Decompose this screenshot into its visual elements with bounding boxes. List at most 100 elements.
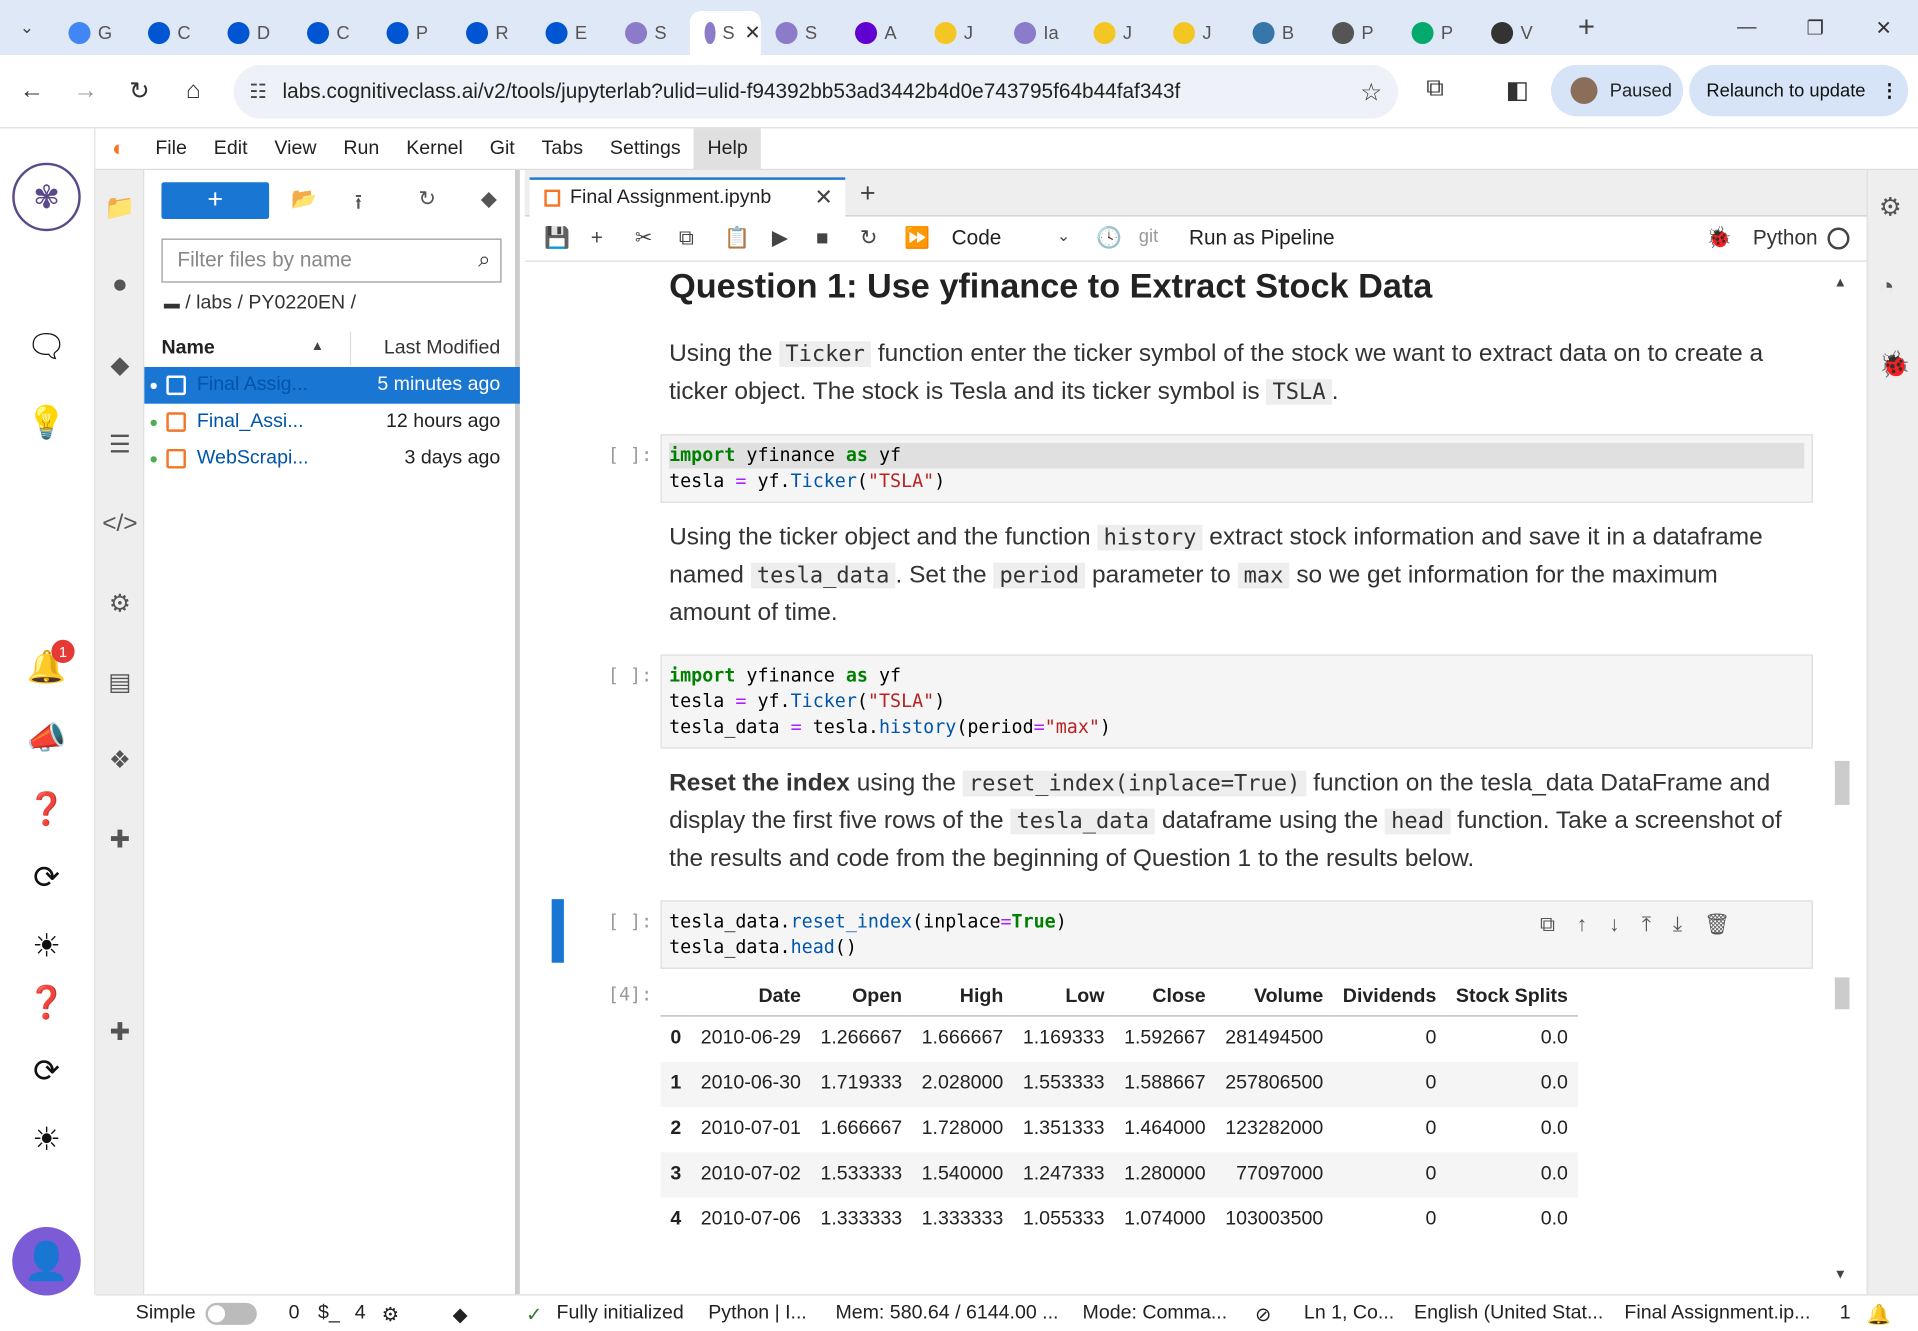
sync-icon[interactable]: ⟳ bbox=[22, 853, 71, 902]
debugger-bug-icon[interactable]: 🐞 bbox=[1706, 226, 1732, 250]
duplicate-cell-icon[interactable]: ⧉ bbox=[1540, 913, 1555, 937]
menu-file[interactable]: File bbox=[142, 128, 200, 170]
browser-tab[interactable]: V bbox=[1476, 11, 1556, 55]
close-tab-icon[interactable]: ✕ bbox=[744, 21, 760, 45]
profile-button[interactable]: Paused bbox=[1551, 64, 1684, 117]
run-icon[interactable]: ▶ bbox=[772, 226, 788, 250]
kernel-status[interactable]: Python | I... bbox=[708, 1303, 807, 1325]
notification-count[interactable]: 1 bbox=[1840, 1303, 1851, 1325]
scroll-thumb-2[interactable] bbox=[1834, 977, 1850, 1010]
kernel-count[interactable]: 4 bbox=[355, 1303, 366, 1325]
run-as-pipeline-button[interactable]: Run as Pipeline bbox=[1189, 226, 1335, 250]
insert-above-icon[interactable]: ⤒ bbox=[1642, 913, 1651, 937]
chat-icon[interactable]: 🗨 bbox=[22, 322, 71, 371]
minimize-icon[interactable]: — bbox=[1712, 0, 1780, 55]
stop-icon[interactable]: ■ bbox=[816, 226, 829, 250]
language-indicator[interactable]: English (United Stat... bbox=[1414, 1303, 1603, 1325]
build-catalog-icon[interactable]: ▤ bbox=[103, 664, 137, 698]
browser-tab[interactable]: C bbox=[292, 11, 372, 55]
add-tab-button[interactable]: + bbox=[860, 177, 876, 209]
browser-tab[interactable]: R bbox=[451, 11, 531, 55]
kernel-name[interactable]: Python bbox=[1753, 226, 1818, 250]
browser-tab[interactable]: G bbox=[54, 11, 134, 55]
git-icon[interactable]: ◆ bbox=[103, 347, 137, 381]
trust-icon[interactable]: ⊘ bbox=[1255, 1303, 1271, 1327]
theme-sun-icon[interactable]: ☀ bbox=[22, 921, 71, 970]
new-folder-icon[interactable]: 📂 bbox=[291, 187, 317, 211]
simple-mode-toggle[interactable] bbox=[205, 1302, 257, 1325]
scroll-thumb[interactable] bbox=[1834, 760, 1850, 805]
reload-icon[interactable]: ↻ bbox=[113, 64, 167, 118]
browser-tab[interactable]: P bbox=[372, 11, 452, 55]
file-row[interactable]: ● WebScrapi... 3 days ago bbox=[144, 440, 520, 477]
browser-tab[interactable]: J bbox=[1158, 11, 1238, 55]
running-icon[interactable]: ⏺ bbox=[103, 268, 137, 302]
file-row[interactable]: ● Final Assig... 5 minutes ago bbox=[144, 366, 520, 404]
bell-icon-status[interactable]: 🔔 bbox=[1867, 1303, 1891, 1327]
menu-help[interactable]: Help bbox=[694, 127, 762, 170]
notebook-tab[interactable]: Final Assignment.ipynb ✕ bbox=[529, 177, 846, 217]
user-avatar-icon[interactable]: 👤 bbox=[12, 1226, 81, 1296]
resource-gauge-icon[interactable]: ◔ bbox=[1879, 273, 1895, 302]
property-inspector-gears-icon[interactable]: ⚙ bbox=[1879, 192, 1902, 223]
url-text[interactable]: labs.cognitiveclass.ai/v2/tools/jupyterl… bbox=[283, 80, 1345, 104]
breadcrumb-path[interactable]: / labs / PY0220EN / bbox=[185, 292, 356, 313]
modified-column-header[interactable]: Last Modified bbox=[384, 338, 500, 360]
more-vert-icon[interactable]: ⋮ bbox=[1880, 80, 1898, 102]
restore-icon[interactable]: ❐ bbox=[1781, 0, 1849, 55]
restart-icon[interactable]: ↻ bbox=[860, 226, 877, 250]
filter-files-input[interactable]: Filter files by name ⌕ bbox=[161, 238, 502, 283]
file-row[interactable]: ● Final_Assi... 12 hours ago bbox=[144, 404, 520, 441]
git-diff-label[interactable]: git bbox=[1139, 226, 1158, 247]
markdown-cell-1[interactable]: Using the Ticker function enter the tick… bbox=[669, 335, 1794, 411]
notebook-scrollbar[interactable]: ▲ ▼ bbox=[1831, 275, 1851, 1282]
markdown-cell-2[interactable]: Using the ticker object and the function… bbox=[669, 519, 1794, 632]
paste-icon[interactable]: 📋 bbox=[724, 226, 750, 250]
upload-icon[interactable]: ⭱ bbox=[355, 187, 362, 222]
menu-tabs[interactable]: Tabs bbox=[528, 128, 596, 170]
lightbulb-icon[interactable]: 💡 bbox=[22, 398, 71, 447]
help-icon[interactable]: ❓ bbox=[22, 784, 71, 833]
folder-icon[interactable]: 📁 bbox=[103, 190, 137, 224]
skills-network-logo-icon[interactable]: ✾ bbox=[12, 162, 81, 232]
markdown-cell-3[interactable]: Reset the index using the reset_index(in… bbox=[669, 765, 1794, 878]
browser-tab[interactable]: J bbox=[1079, 11, 1159, 55]
browser-tab[interactable]: E bbox=[531, 11, 611, 55]
browser-tab[interactable]: P bbox=[1397, 11, 1477, 55]
browser-tab[interactable]: B bbox=[1238, 11, 1318, 55]
extension-puzzle-icon[interactable]: ✚ bbox=[103, 1014, 137, 1048]
browser-tab[interactable]: A bbox=[840, 11, 920, 55]
move-down-icon[interactable]: ↓ bbox=[1609, 913, 1619, 937]
save-icon[interactable]: 💾 bbox=[544, 226, 570, 250]
megaphone-icon[interactable]: 📣 bbox=[22, 713, 71, 762]
new-launcher-button[interactable]: + bbox=[161, 182, 270, 219]
delete-cell-icon[interactable]: 🗑 bbox=[1704, 913, 1730, 937]
help-icon-2[interactable]: ❓ bbox=[22, 977, 71, 1026]
tab-search-chevron-icon[interactable]: ⌄ bbox=[0, 0, 54, 55]
scroll-down-icon[interactable]: ▼ bbox=[1834, 1267, 1847, 1282]
relaunch-button[interactable]: Relaunch to update ⋮ bbox=[1689, 64, 1909, 117]
markdown-heading-cell[interactable]: Question 1: Use yfinance to Extract Stoc… bbox=[669, 264, 1794, 308]
clock-icon[interactable]: 🕓 bbox=[1096, 226, 1122, 250]
browser-tab[interactable]: D bbox=[213, 11, 293, 55]
menu-edit[interactable]: Edit bbox=[200, 128, 261, 170]
site-info-icon[interactable]: ☷ bbox=[234, 80, 283, 104]
browser-tab[interactable]: J bbox=[920, 11, 1000, 55]
insert-below-icon[interactable]: ⤓ bbox=[1673, 913, 1682, 937]
menu-run[interactable]: Run bbox=[330, 128, 393, 170]
close-tab-icon[interactable]: ✕ bbox=[815, 185, 833, 211]
menu-settings[interactable]: Settings bbox=[596, 128, 694, 170]
extension-manager-icon[interactable]: ✚ bbox=[103, 822, 137, 856]
bookmark-star-icon[interactable]: ☆ bbox=[1344, 76, 1398, 107]
back-arrow-icon[interactable]: ← bbox=[5, 64, 59, 118]
menu-kernel[interactable]: Kernel bbox=[393, 128, 476, 170]
code-cell-2[interactable]: import yfinance as yf tesla = yf.Ticker(… bbox=[660, 654, 1813, 749]
forward-arrow-icon[interactable]: → bbox=[59, 64, 113, 118]
copy-icon[interactable]: ⧉ bbox=[679, 226, 694, 250]
home-icon[interactable]: ⌂ bbox=[166, 64, 220, 118]
browser-tab[interactable]: S bbox=[761, 11, 841, 55]
code-cell-1[interactable]: import yfinance as yf tesla = yf.Ticker(… bbox=[660, 434, 1813, 503]
browser-tab[interactable]: P bbox=[1317, 11, 1397, 55]
browser-tab[interactable]: S bbox=[610, 11, 690, 55]
cursor-position[interactable]: Ln 1, Co... bbox=[1304, 1303, 1394, 1325]
